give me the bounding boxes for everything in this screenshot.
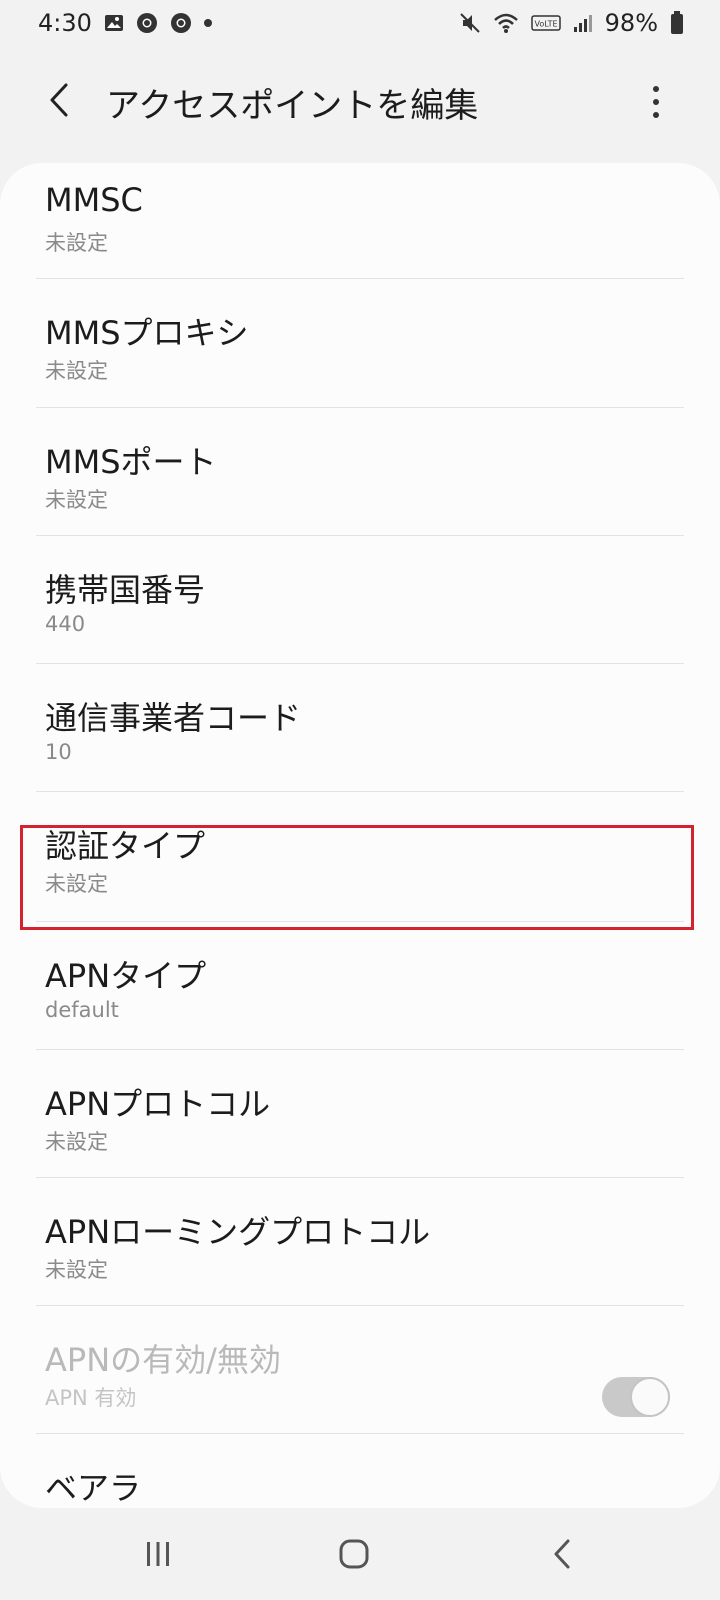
battery-icon <box>670 11 684 35</box>
item-subtitle: 未設定 <box>45 488 108 512</box>
list-item-auth-type[interactable]: 認証タイプ 未設定 <box>0 792 720 922</box>
list-item-apn-protocol[interactable]: APNプロトコル 未設定 <box>0 1050 720 1180</box>
app-bar: アクセスポイントを編集 <box>0 60 720 138</box>
item-subtitle: 10 <box>45 740 72 764</box>
chrome-icon <box>170 12 192 34</box>
item-subtitle: 未設定 <box>45 231 108 255</box>
item-title: ベアラ <box>45 1469 142 1507</box>
item-subtitle: 440 <box>45 612 86 636</box>
list-item-apn-roaming-protocol[interactable]: APNローミングプロトコル 未設定 <box>0 1178 720 1308</box>
item-title: APNローミングプロトコル <box>45 1213 431 1251</box>
home-button[interactable] <box>324 1534 384 1574</box>
list-item-bearer[interactable]: ベアラ <box>0 1434 720 1508</box>
apn-enable-toggle[interactable] <box>602 1377 670 1417</box>
recent-apps-button[interactable] <box>128 1534 188 1574</box>
list-item-apn-type[interactable]: APNタイプ default <box>0 922 720 1052</box>
chrome-icon <box>136 12 158 34</box>
item-title: APNタイプ <box>45 957 207 995</box>
more-options-button[interactable] <box>636 78 676 126</box>
list-item-apn-enable: APNの有効/無効 APN 有効 <box>0 1306 720 1436</box>
back-button[interactable] <box>34 76 82 124</box>
item-subtitle: 未設定 <box>45 1258 108 1282</box>
gallery-icon <box>104 13 124 33</box>
chevron-left-icon <box>50 83 68 117</box>
list-item-mcc[interactable]: 携帯国番号 440 <box>0 536 720 666</box>
wifi-icon <box>493 12 519 34</box>
list-item-mnc[interactable]: 通信事業者コード 10 <box>0 664 720 794</box>
back-arrow-icon <box>554 1539 570 1569</box>
signal-icon <box>573 13 593 33</box>
item-subtitle: 未設定 <box>45 359 108 383</box>
nav-back-button[interactable] <box>532 1534 592 1574</box>
list-item-mms-proxy[interactable]: MMSプロキシ 未設定 <box>0 279 720 409</box>
item-subtitle: 未設定 <box>45 1130 108 1154</box>
item-subtitle: APN 有効 <box>45 1386 137 1410</box>
navigation-bar <box>0 1508 720 1600</box>
battery-percentage: 98% <box>604 9 658 37</box>
item-title: MMSポート <box>45 443 217 481</box>
item-subtitle: default <box>45 998 119 1022</box>
mute-icon <box>459 12 481 34</box>
list-item-mms-port[interactable]: MMSポート 未設定 <box>0 408 720 538</box>
item-title: MMSプロキシ <box>45 314 249 352</box>
item-title: 通信事業者コード <box>45 699 302 737</box>
recent-apps-icon <box>147 1542 169 1566</box>
status-right: VoLTE 98% <box>459 9 684 37</box>
status-time: 4:30 <box>38 9 92 37</box>
status-left: 4:30 <box>38 9 212 37</box>
item-title: APNプロトコル <box>45 1085 271 1123</box>
volte-icon: VoLTE <box>530 14 561 32</box>
item-title: MMSC <box>45 181 143 219</box>
page-title: アクセスポイントを編集 <box>106 86 479 126</box>
home-icon <box>339 1539 369 1569</box>
item-title: 認証タイプ <box>45 827 206 865</box>
more-vert-icon <box>653 86 659 92</box>
item-title: APNの有効/無効 <box>45 1341 281 1379</box>
svg-text:VoLTE: VoLTE <box>534 20 557 29</box>
notification-dot-icon <box>203 19 212 27</box>
settings-list: MMSC 未設定 MMSプロキシ 未設定 MMSポート 未設定 携帯国番号 44… <box>0 163 720 1508</box>
list-item-mmsc[interactable]: MMSC 未設定 <box>0 163 720 293</box>
status-bar: 4:30 VoLTE 98% <box>0 0 720 46</box>
toggle-knob <box>630 1377 670 1417</box>
item-subtitle: 未設定 <box>45 872 108 896</box>
item-title: 携帯国番号 <box>45 571 206 609</box>
